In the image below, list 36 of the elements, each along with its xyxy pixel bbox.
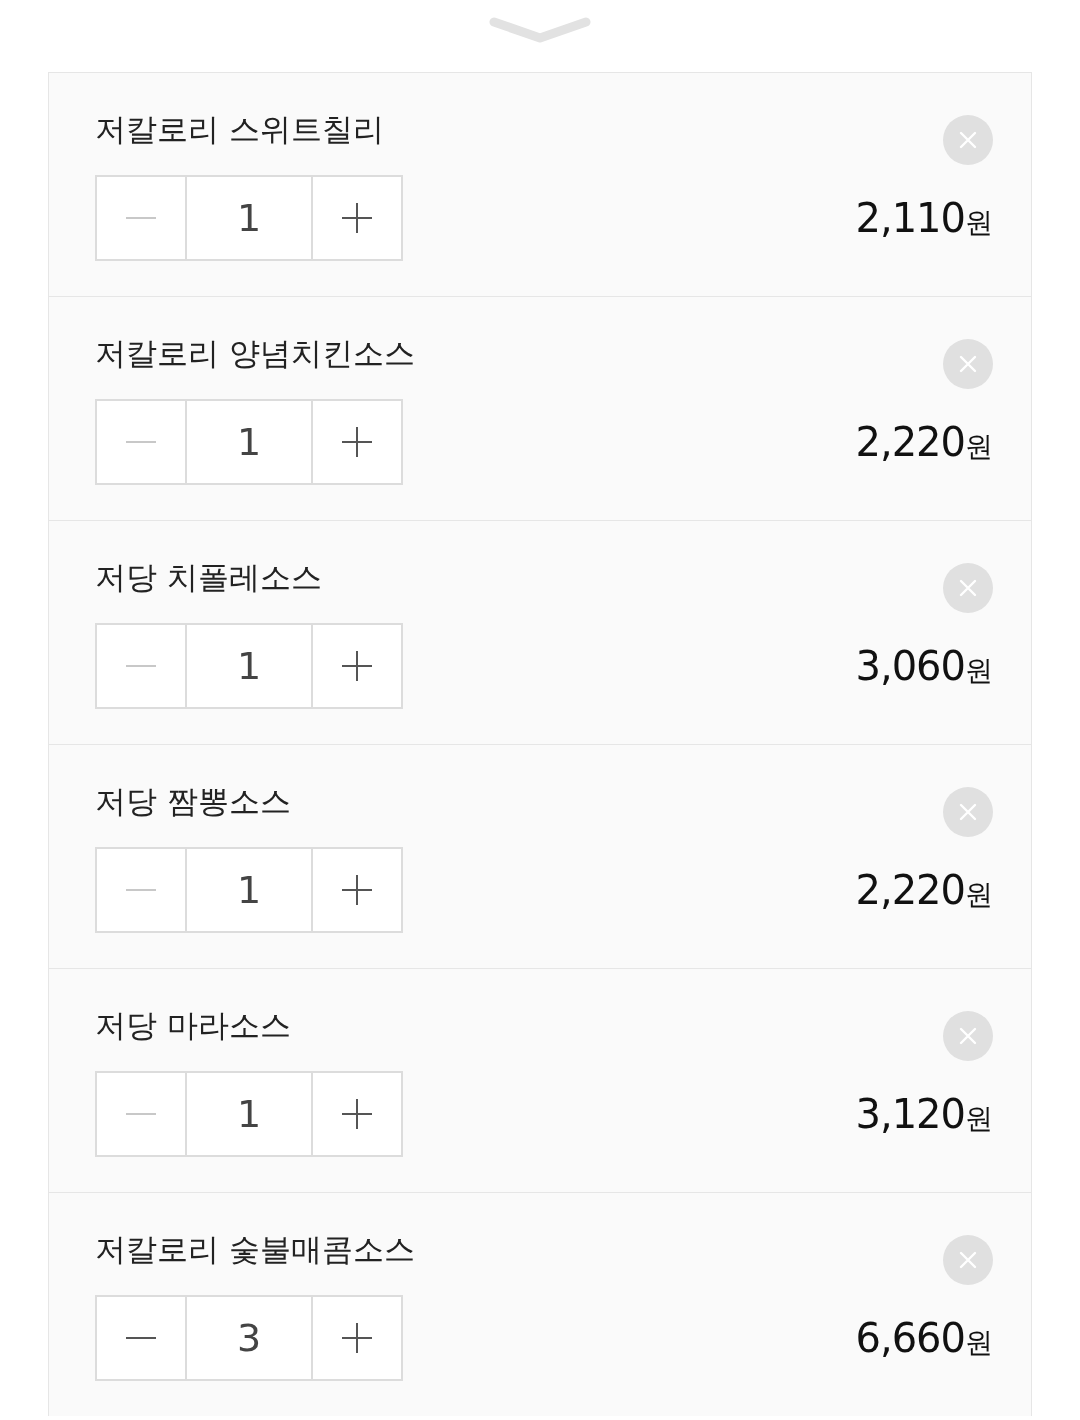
item-price: 3,120 [855,1090,965,1137]
item-price: 3,060 [855,642,965,689]
close-icon [959,803,977,821]
currency-unit: 원 [965,876,993,913]
remove-button[interactable] [943,787,993,837]
currency-unit: 원 [965,428,993,465]
plus-icon [342,427,372,457]
item-price: 2,220 [855,866,965,913]
close-icon [959,131,977,149]
item-name: 저칼로리 스위트칠리 [95,110,384,149]
close-icon [959,579,977,597]
close-icon [959,1251,977,1269]
close-icon [959,355,977,373]
plus-icon [342,1323,372,1353]
currency-unit: 원 [965,652,993,689]
currency-unit: 원 [965,1324,993,1361]
item-price: 6,660 [855,1314,965,1361]
remove-button[interactable] [943,1011,993,1061]
remove-button[interactable] [943,115,993,165]
item-price: 2,110 [855,194,965,241]
plus-icon [342,651,372,681]
close-icon [959,1027,977,1045]
item-name: 저당 짬뽕소스 [95,782,291,821]
remove-button[interactable] [943,339,993,389]
plus-icon [342,1099,372,1129]
currency-unit: 원 [965,1100,993,1137]
plus-icon [342,203,372,233]
item-name: 저당 치폴레소스 [95,558,322,597]
item-name: 저당 마라소스 [95,1006,291,1045]
remove-button[interactable] [943,563,993,613]
item-name: 저칼로리 숯불매콤소스 [95,1230,415,1269]
item-price: 2,220 [855,418,965,465]
remove-button[interactable] [943,1235,993,1285]
plus-icon [342,875,372,905]
currency-unit: 원 [965,204,993,241]
item-name: 저칼로리 양념치킨소스 [95,334,415,373]
